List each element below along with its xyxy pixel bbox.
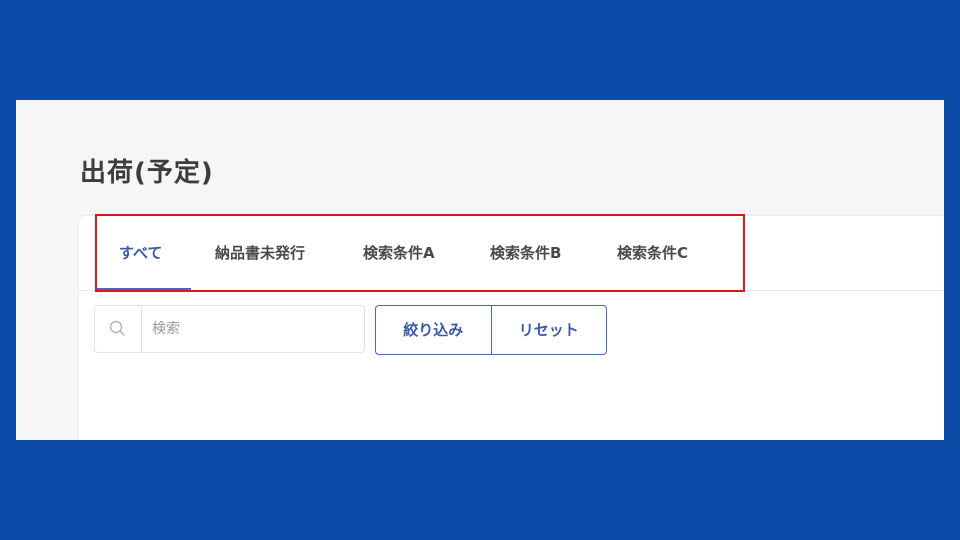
- filter-button[interactable]: 絞り込み: [376, 306, 491, 354]
- filter-button-group: 絞り込み リセット: [375, 305, 607, 355]
- tab-bar: すべて 納品書未発行 検索条件A 検索条件B 検索条件C: [79, 216, 944, 291]
- search-box: [94, 305, 365, 353]
- tab-search-condition-b[interactable]: 検索条件B: [490, 216, 561, 290]
- tab-search-condition-c[interactable]: 検索条件C: [617, 216, 688, 290]
- tab-invoice-unissued[interactable]: 納品書未発行: [215, 216, 305, 290]
- tab-search-condition-a[interactable]: 検索条件A: [363, 216, 435, 290]
- app-screen: 出荷(予定) すべて 納品書未発行 検索条件A 検索条件B 検索条件C 絞り込み…: [16, 100, 944, 440]
- active-tab-indicator: [97, 288, 191, 290]
- search-icon: [95, 306, 142, 352]
- search-input[interactable]: [142, 306, 362, 352]
- page-title: 出荷(予定): [80, 158, 214, 188]
- content-card: すべて 納品書未発行 検索条件A 検索条件B 検索条件C 絞り込み リセット: [78, 215, 944, 440]
- reset-button[interactable]: リセット: [490, 306, 607, 354]
- tab-all[interactable]: すべて: [119, 216, 162, 290]
- slide-background: { "page": { "title": "出荷(予定)" }, "tabs":…: [0, 0, 960, 540]
